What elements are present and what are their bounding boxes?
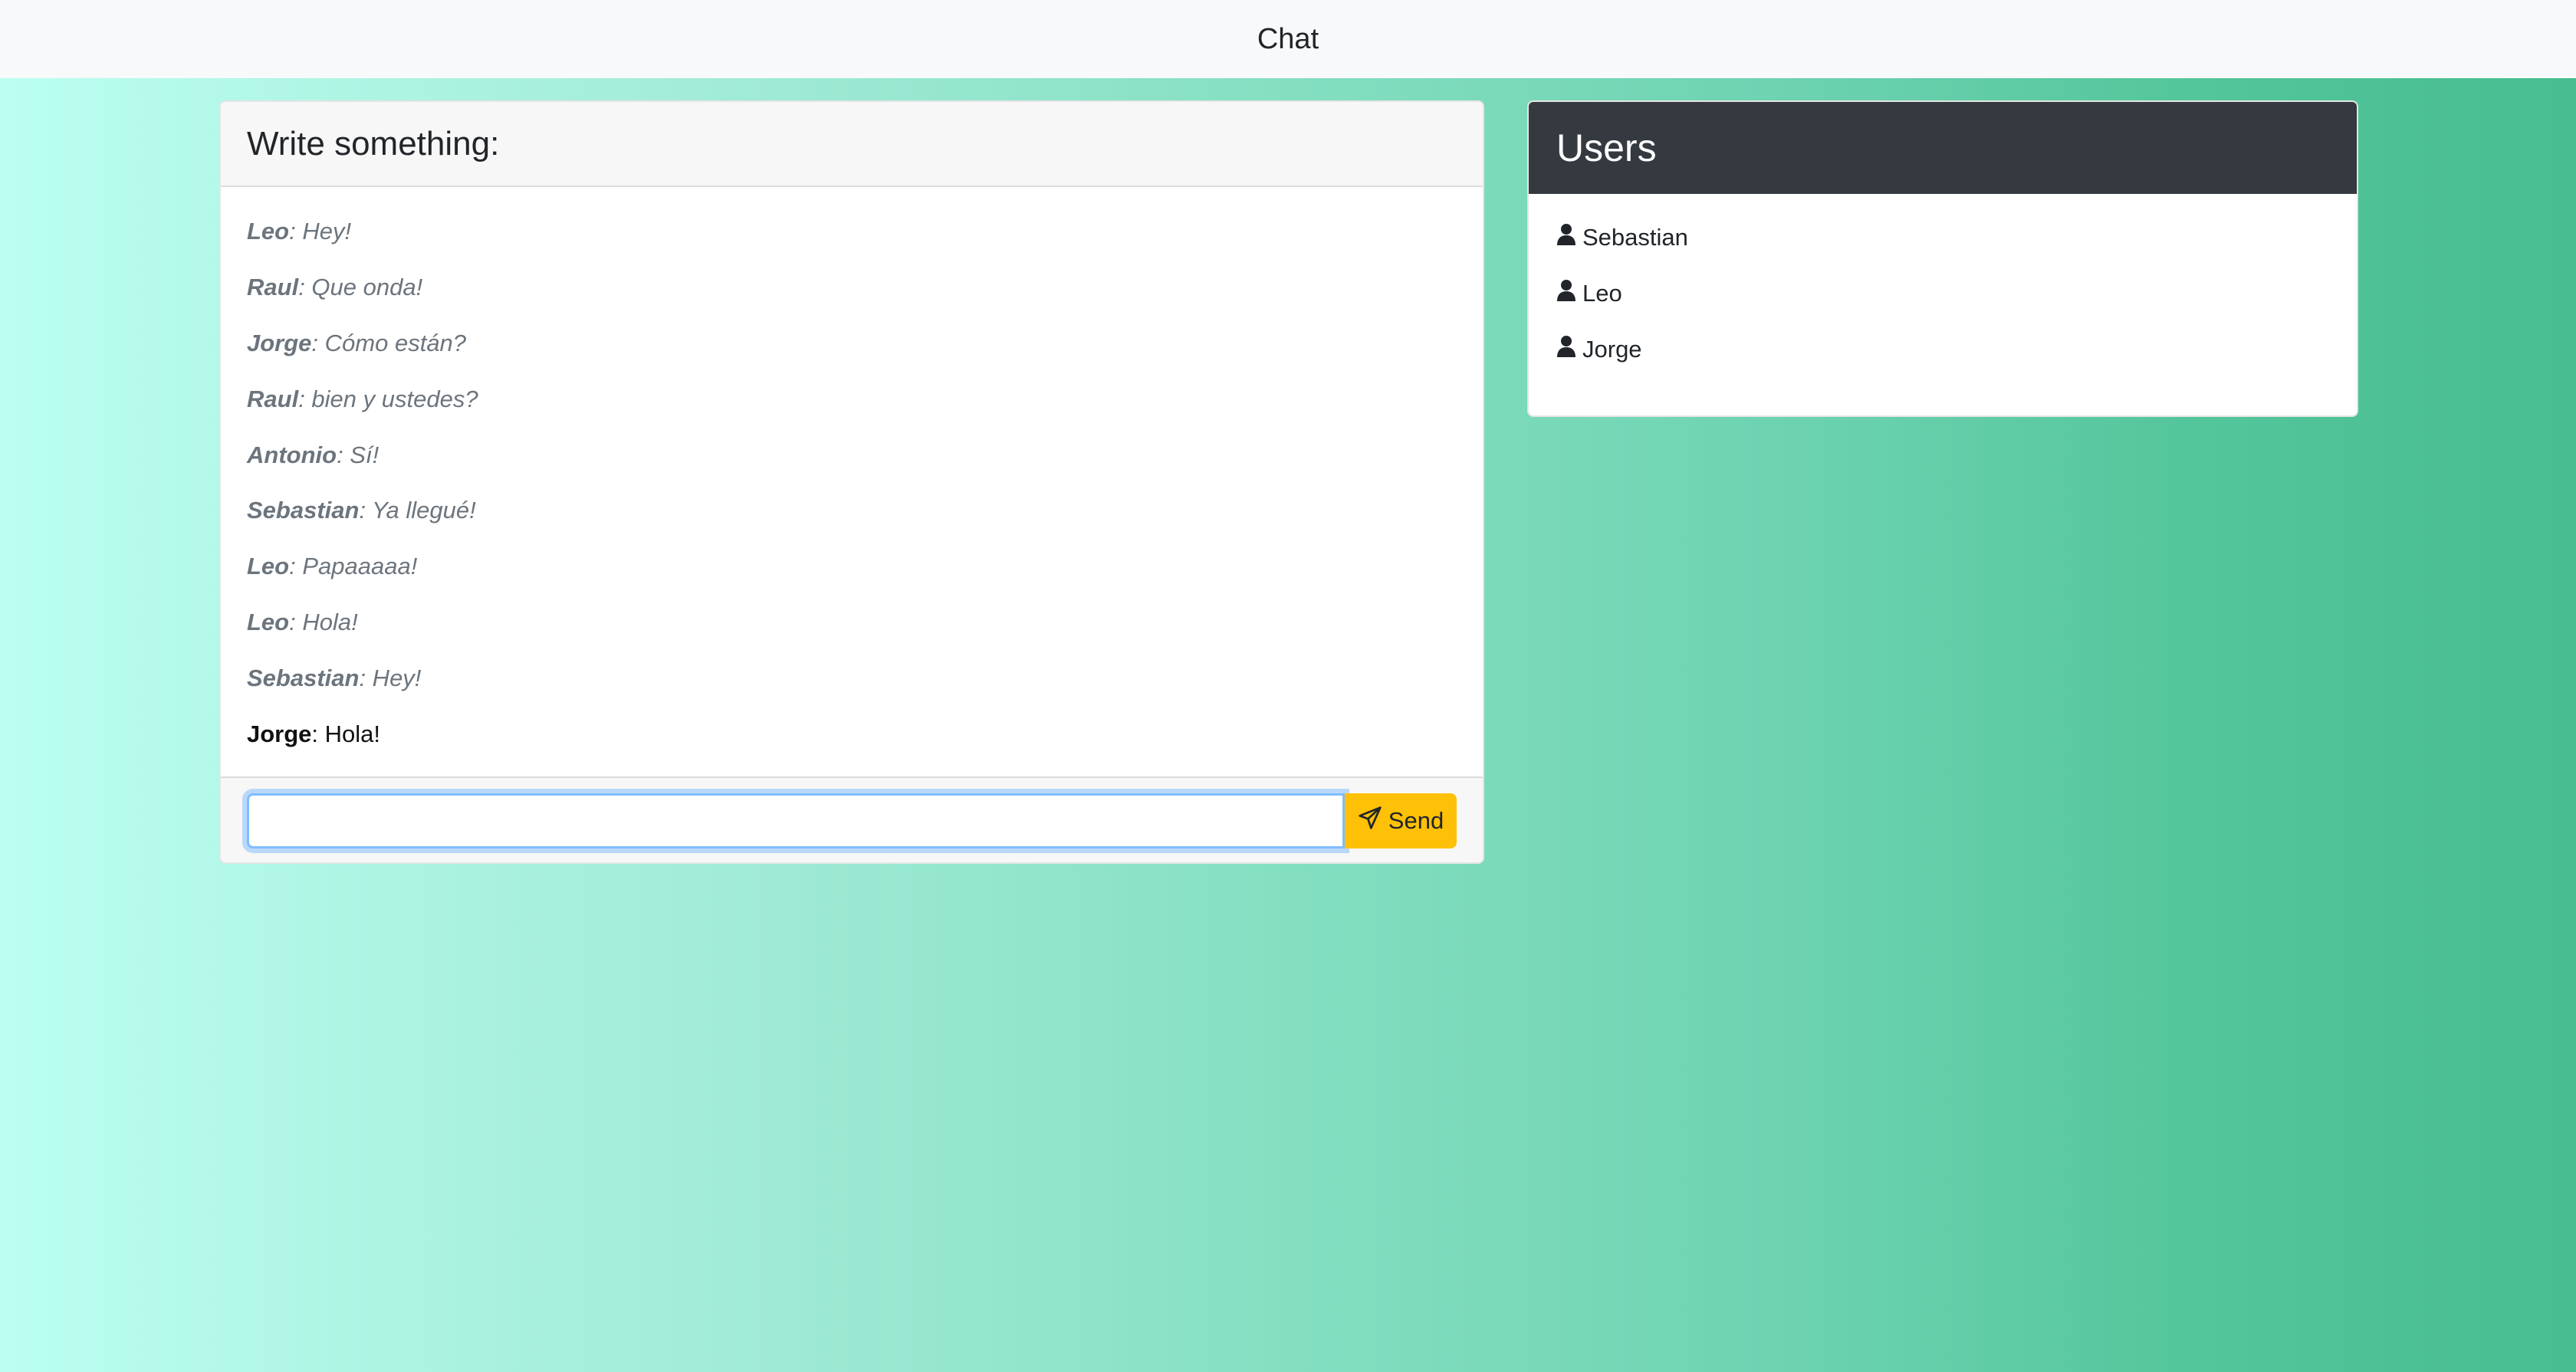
- message-user: Jorge: [247, 330, 312, 356]
- message-text: : Sí!: [337, 441, 380, 468]
- message-item: Sebastian: Hey!: [247, 665, 421, 692]
- user-name: Jorge: [1582, 336, 1642, 363]
- user-name: Sebastian: [1582, 224, 1688, 251]
- message-text: : Cómo están?: [311, 330, 467, 356]
- user-name: Leo: [1582, 280, 1622, 307]
- message-input[interactable]: [247, 793, 1345, 848]
- message-user: Antonio: [247, 441, 337, 468]
- paper-plane-icon: [1358, 806, 1382, 836]
- message-item: Raul: bien y ustedes?: [247, 386, 478, 413]
- navbar-brand[interactable]: Chat: [1257, 23, 1319, 56]
- chat-card: Write something: Leo: Hey! Raul: Que ond…: [219, 100, 1484, 864]
- user-list-item: Sebastian: [1556, 223, 1688, 252]
- message-user: Leo: [247, 218, 290, 245]
- message-item-latest: Jorge: Hola!: [247, 720, 380, 748]
- chat-header-title: Write something:: [247, 124, 500, 162]
- message-item: Antonio: Sí!: [247, 441, 379, 469]
- send-button[interactable]: Send: [1345, 793, 1457, 848]
- message-item: Leo: Papaaaaa!: [247, 553, 417, 580]
- users-header-title: Users: [1556, 126, 1657, 169]
- message-text: : Hola!: [311, 720, 381, 747]
- message-text: : bien y ustedes?: [298, 386, 478, 412]
- message-text: : Hey!: [359, 665, 422, 691]
- message-user: Raul: [247, 386, 299, 412]
- user-icon: [1556, 223, 1576, 252]
- message-item: Leo: Hola!: [247, 609, 358, 636]
- user-list-item: Jorge: [1556, 335, 1642, 364]
- chat-footer: Send: [221, 776, 1483, 862]
- user-icon: [1556, 335, 1576, 364]
- chat-header: Write something:: [221, 102, 1483, 187]
- users-header: Users: [1529, 102, 2357, 194]
- user-list-item: Leo: [1556, 279, 1622, 308]
- message-text: : Hey!: [289, 218, 352, 245]
- message-user: Sebastian: [247, 665, 360, 691]
- message-text: : Papaaaaa!: [289, 553, 418, 579]
- message-item: Jorge: Cómo están?: [247, 330, 466, 357]
- top-navbar: Chat: [0, 0, 2576, 78]
- message-text: : Que onda!: [298, 274, 423, 300]
- user-icon: [1556, 279, 1576, 308]
- message-text: : Hola!: [289, 609, 358, 635]
- message-user: Jorge: [247, 720, 312, 747]
- message-item: Leo: Hey!: [247, 218, 351, 245]
- message-text: : Ya llegué!: [359, 497, 476, 524]
- message-item: Raul: Que onda!: [247, 274, 422, 301]
- message-item: Sebastian: Ya llegué!: [247, 497, 476, 524]
- message-user: Sebastian: [247, 497, 360, 524]
- message-user: Raul: [247, 274, 299, 300]
- message-user: Leo: [247, 553, 290, 579]
- send-button-label: Send: [1388, 807, 1444, 834]
- message-user: Leo: [247, 609, 290, 635]
- users-card: Users Sebastian Leo Jorge: [1527, 100, 2358, 417]
